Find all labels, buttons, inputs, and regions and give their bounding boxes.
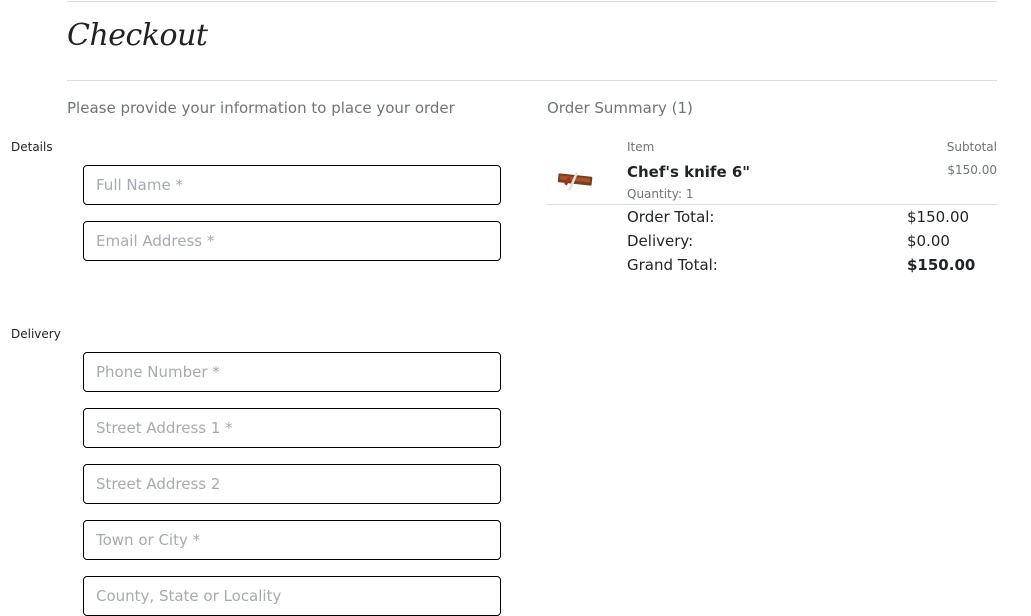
phone-input[interactable]: [83, 352, 501, 392]
page-title: Checkout: [67, 18, 208, 53]
town-city-input[interactable]: [83, 520, 501, 560]
county-input[interactable]: [83, 576, 501, 616]
order-item-quantity: Quantity: 1: [627, 187, 694, 201]
delivery-cost-value: $0.00: [907, 232, 950, 250]
summary-subtotal-column-header: Subtotal: [946, 140, 997, 154]
delivery-legend: Delivery: [11, 327, 61, 341]
order-summary-heading: Order Summary (1): [547, 99, 693, 117]
street-address-1-input[interactable]: [83, 408, 501, 448]
email-input[interactable]: [83, 221, 501, 261]
title-divider: [67, 80, 997, 81]
order-item-name[interactable]: Chef's knife 6": [627, 163, 750, 181]
grand-total-label: Grand Total:: [627, 256, 718, 274]
chef-knife-thumbnail: [556, 168, 594, 192]
summary-divider: [547, 204, 997, 205]
street-address-2-input[interactable]: [83, 464, 501, 504]
full-name-input[interactable]: [83, 165, 501, 205]
summary-item-column-header: Item: [627, 140, 655, 154]
order-total-value: $150.00: [907, 208, 970, 226]
top-divider: [67, 1, 997, 2]
details-legend: Details: [11, 140, 53, 154]
checkout-intro-text: Please provide your information to place…: [67, 99, 455, 117]
order-total-label: Order Total:: [627, 208, 715, 226]
delivery-cost-label: Delivery:: [627, 232, 694, 250]
grand-total-value: $150.00: [907, 256, 976, 274]
order-item-subtotal: $150.00: [947, 163, 997, 177]
